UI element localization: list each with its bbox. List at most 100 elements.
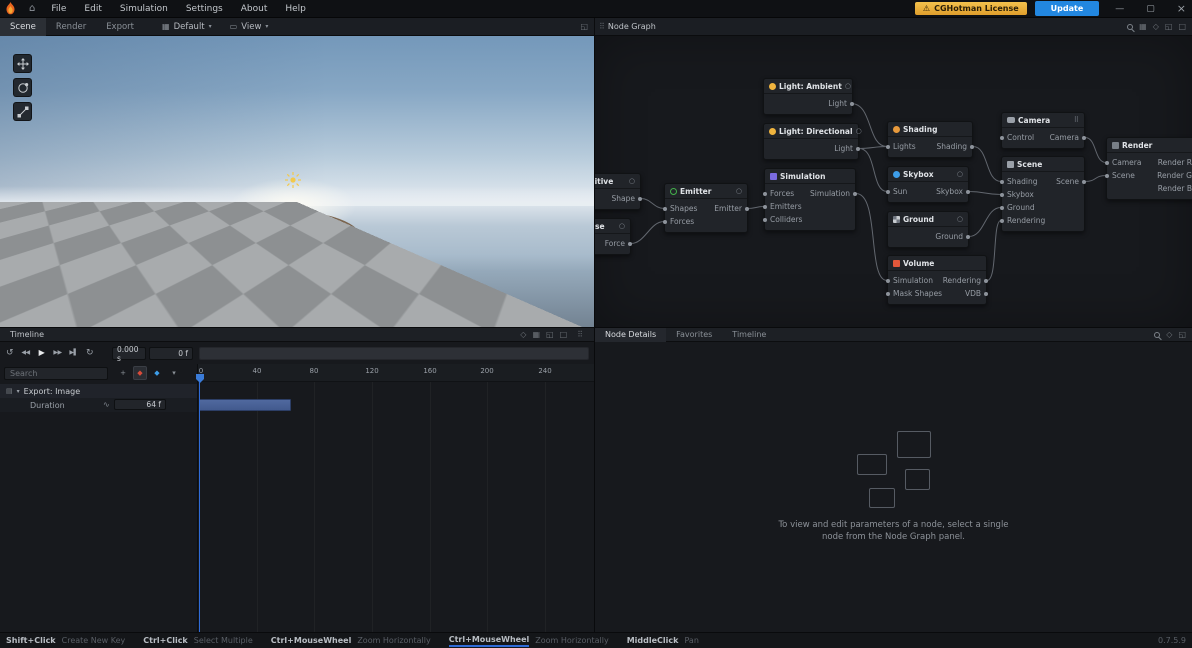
port-input[interactable]: Camera [1105, 156, 1141, 169]
port-input[interactable]: Emitters [763, 200, 802, 213]
power-icon[interactable]: ○ [957, 170, 963, 178]
tab-export[interactable]: Export [96, 18, 144, 36]
port-input[interactable]: Colliders [763, 213, 802, 226]
maximize-icon[interactable]: ▢ [1146, 4, 1155, 14]
node-details-panel[interactable]: Node Details Favorites Timeline ◇ ◱ To v… [594, 327, 1192, 632]
node-emitter[interactable]: Emitter ○ Shapes Emitter Forces [663, 183, 749, 233]
minimize-icon[interactable]: — [1115, 4, 1124, 14]
menu-help[interactable]: Help [277, 4, 314, 14]
port-output[interactable]: Force [605, 237, 632, 250]
viewport-3d[interactable] [0, 36, 594, 327]
power-icon[interactable]: ○ [957, 215, 963, 223]
tab-favorites[interactable]: Favorites [666, 328, 722, 342]
port-input[interactable]: Rendering [1000, 214, 1045, 227]
node-graph-panel[interactable]: Light: Ambient ○ Light Light: Directiona… [594, 36, 1192, 327]
auto-key-icon[interactable]: ◆ [133, 366, 147, 380]
duration-value-field[interactable]: 64 f [114, 399, 166, 410]
node-scene[interactable]: Scene Shading Scene Skybox Ground Render… [1000, 156, 1086, 232]
port-input[interactable]: Shading [1000, 175, 1037, 188]
maximize-panel-icon[interactable]: □ [560, 330, 568, 339]
port-output[interactable]: Ground [935, 230, 970, 243]
power-icon[interactable]: ○ [629, 177, 635, 185]
fit-view-icon[interactable]: ◇ [1153, 22, 1159, 31]
port-output[interactable]: Camera [1050, 131, 1086, 144]
port-output[interactable]: Skybox [936, 185, 970, 198]
sun-light-gizmo-icon[interactable] [284, 171, 302, 189]
layout-icon[interactable]: ▦ [532, 330, 540, 339]
layout-dropdown[interactable]: ▦ Default ▾ [162, 22, 212, 32]
power-icon[interactable]: ○ [845, 82, 851, 90]
collapse-panel-icon[interactable]: ◱ [546, 330, 554, 339]
node-volume[interactable]: Volume Simulation Rendering Mask Shapes … [886, 255, 988, 305]
timeline-panel[interactable]: Timeline ◇ ▦ ◱ □ ⠿ ↺ ◀◀ ▶ ▶▶ ▶▌ ↻ 0.000 … [0, 327, 594, 632]
maximize-panel-icon[interactable]: □ [1178, 22, 1186, 31]
reset-playback-button[interactable]: ↺ [2, 345, 17, 360]
node-skybox[interactable]: Skybox ○ Sun Skybox [886, 166, 970, 203]
duration-clip-bar[interactable] [199, 399, 291, 411]
port-input[interactable]: Skybox [1000, 188, 1034, 201]
time-field[interactable]: 0.000 s [112, 345, 146, 363]
update-button[interactable]: Update [1034, 1, 1100, 16]
port-output[interactable]: Light [828, 97, 854, 110]
play-button[interactable]: ▶ [34, 345, 49, 360]
port-output[interactable]: Simulation [810, 187, 857, 200]
port-input[interactable]: Simulation [886, 274, 933, 287]
power-icon[interactable]: ○ [856, 127, 862, 135]
viewport-fullscreen-icon[interactable]: ◱ [580, 22, 588, 31]
menu-edit[interactable]: Edit [76, 4, 109, 14]
port-input[interactable]: Forces [763, 187, 794, 200]
menu-settings[interactable]: Settings [178, 4, 231, 14]
key-filter-icon[interactable]: ▾ [167, 366, 181, 380]
add-key-icon[interactable]: + [116, 366, 130, 380]
track-list-splitter[interactable] [197, 364, 198, 632]
directional-light-gizmo-icon[interactable] [285, 310, 301, 326]
port-input[interactable]: Control [1000, 131, 1034, 144]
port-input[interactable]: Lights [886, 140, 916, 153]
collapse-panel-icon[interactable]: ◱ [1165, 22, 1173, 31]
port-output[interactable]: Shading [937, 140, 974, 153]
jump-start-button[interactable]: ◀◀ [18, 345, 33, 360]
node-light-directional[interactable]: Light: Directional ○ Light [763, 123, 862, 160]
close-icon[interactable]: × [1177, 2, 1186, 15]
node-noise[interactable]: Noise ○ Force [595, 218, 632, 255]
curve-icon[interactable]: ∿ [103, 400, 110, 409]
menu-simulation[interactable]: Simulation [112, 4, 176, 14]
home-icon[interactable]: ⌂ [23, 3, 41, 14]
port-output[interactable]: VDB [965, 287, 988, 300]
port-output[interactable]: Rendering [943, 274, 988, 287]
move-tool-button[interactable] [13, 54, 32, 73]
node-ground[interactable]: Ground ○ Ground [887, 211, 970, 248]
pin-panel-icon[interactable]: ◇ [1166, 330, 1172, 339]
search-icon[interactable] [1127, 23, 1134, 30]
port-input[interactable]: Ground [1000, 201, 1035, 214]
loop-button[interactable]: ↻ [82, 345, 97, 360]
node-shading[interactable]: Shading Lights Shading [886, 121, 974, 158]
panel-drag-handle-icon[interactable]: ⠿ [573, 330, 586, 339]
expand-node-icon[interactable]: ⠿ [1074, 116, 1079, 124]
tab-render[interactable]: Render [46, 18, 96, 36]
power-icon[interactable]: ○ [619, 222, 625, 230]
search-icon[interactable] [1154, 331, 1161, 338]
pin-panel-icon[interactable]: ◇ [520, 330, 526, 339]
port-output[interactable]: Scene [1056, 175, 1086, 188]
panel-drag-handle-icon[interactable]: ⠿ [595, 22, 608, 31]
snap-key-icon[interactable]: ◆ [150, 366, 164, 380]
menu-about[interactable]: About [233, 4, 276, 14]
selection-pivot-icon[interactable] [288, 267, 295, 274]
transform-axis-gizmo[interactable] [2, 278, 46, 310]
view-dropdown[interactable]: ▭ View ▾ [230, 22, 269, 32]
port-input[interactable]: Mask Shapes [886, 287, 942, 300]
port-output[interactable]: Render B [1158, 182, 1192, 195]
port-output[interactable]: Shape [612, 192, 642, 205]
port-output[interactable]: Render R [1158, 156, 1192, 169]
tab-scene[interactable]: Scene [0, 17, 46, 36]
collapse-chevron-icon[interactable]: ▾ [17, 388, 20, 395]
port-output[interactable]: Render G [1157, 169, 1192, 182]
port-input[interactable]: Shapes [663, 202, 697, 215]
port-input[interactable]: Scene [1105, 169, 1135, 182]
rotate-tool-button[interactable] [13, 78, 32, 97]
fast-forward-button[interactable]: ▶▶ [50, 345, 65, 360]
maximize-panel-icon[interactable]: ◱ [1178, 330, 1186, 339]
power-icon[interactable]: ○ [736, 187, 742, 195]
jump-end-button[interactable]: ▶▌ [66, 345, 81, 360]
